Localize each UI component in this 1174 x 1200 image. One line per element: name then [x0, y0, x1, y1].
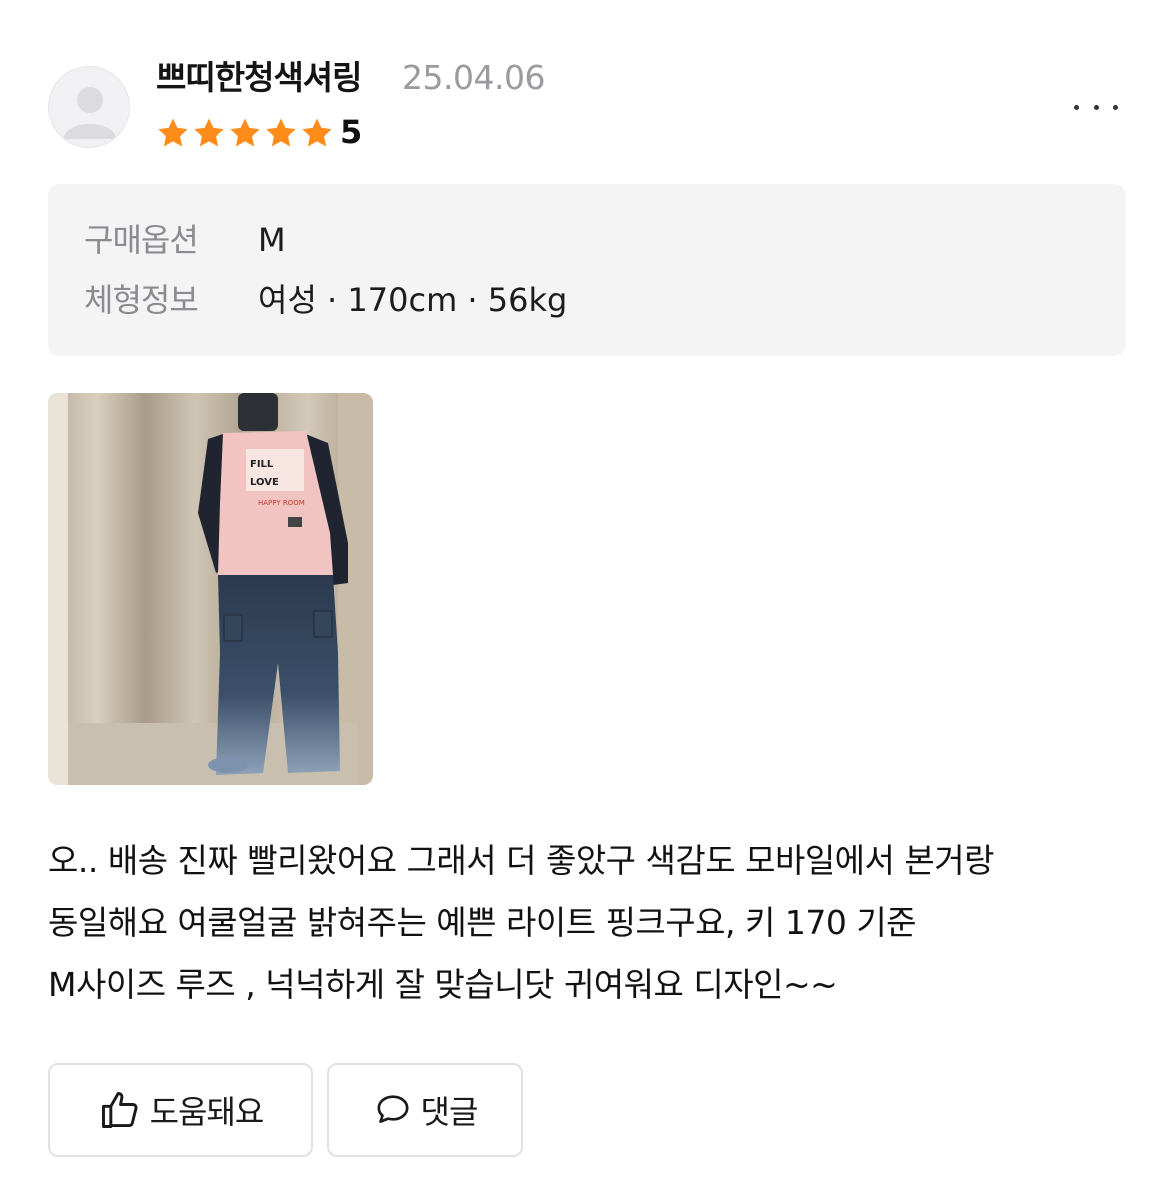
review-photo[interactable]: FILL LOVE HAPPY ROOM: [48, 393, 373, 785]
star-icon: [266, 118, 296, 147]
svg-text:FILL: FILL: [250, 459, 274, 470]
ellipsis-icon: [1074, 104, 1079, 110]
star-rating: [156, 116, 336, 150]
helpful-label: 도움돼요: [149, 1093, 265, 1131]
review-text: 오.. 배송 진짜 빨리왔어요 그래서 더 좋았구 색감도 모바일에서 본거랑 …: [48, 830, 1138, 1016]
helpful-button[interactable]: 도움돼요: [48, 1063, 313, 1157]
thumbs-up-icon: [101, 1092, 138, 1128]
star-icon: [194, 118, 224, 147]
ellipsis-icon: [1113, 104, 1118, 110]
avatar[interactable]: [48, 66, 130, 148]
star-icon: [158, 118, 188, 147]
comment-label: 댓글: [420, 1093, 479, 1131]
review-text-line: M사이즈 루즈 , 넉넉하게 잘 맞습니닷 귀여워요 디자인~~: [48, 965, 838, 1004]
svg-text:HAPPY ROOM: HAPPY ROOM: [258, 499, 305, 507]
more-options-button[interactable]: [1074, 92, 1118, 122]
rating-value: 5: [340, 113, 363, 151]
star-icon: [230, 118, 260, 147]
svg-text:LOVE: LOVE: [250, 477, 279, 488]
author-name[interactable]: 쁘띠한청색셔링: [156, 56, 363, 100]
body-info-value: 여성 · 170cm · 56kg: [258, 281, 568, 319]
star-icon: [302, 118, 332, 147]
purchase-option-value: M: [258, 221, 286, 259]
review-photo-image: FILL LOVE HAPPY ROOM: [48, 393, 373, 785]
ellipsis-icon: [1093, 104, 1099, 110]
body-info-label: 체형정보: [84, 281, 199, 319]
purchase-option-label: 구매옵션: [84, 221, 199, 259]
user-placeholder-icon: [63, 87, 117, 139]
purchase-info-box: 구매옵션 M 체형정보 여성 · 170cm · 56kg: [48, 184, 1126, 356]
review-text-line: 동일해요 여쿨얼굴 밝혀주는 예쁜 라이트 핑크구요, 키 170 기준: [48, 903, 917, 942]
review-text-line: 오.. 배송 진짜 빨리왔어요 그래서 더 좋았구 색감도 모바일에서 본거랑: [48, 841, 994, 880]
comment-button[interactable]: 댓글: [327, 1063, 523, 1157]
speech-bubble-icon: [377, 1095, 409, 1123]
review-date: 25.04.06: [402, 58, 545, 97]
